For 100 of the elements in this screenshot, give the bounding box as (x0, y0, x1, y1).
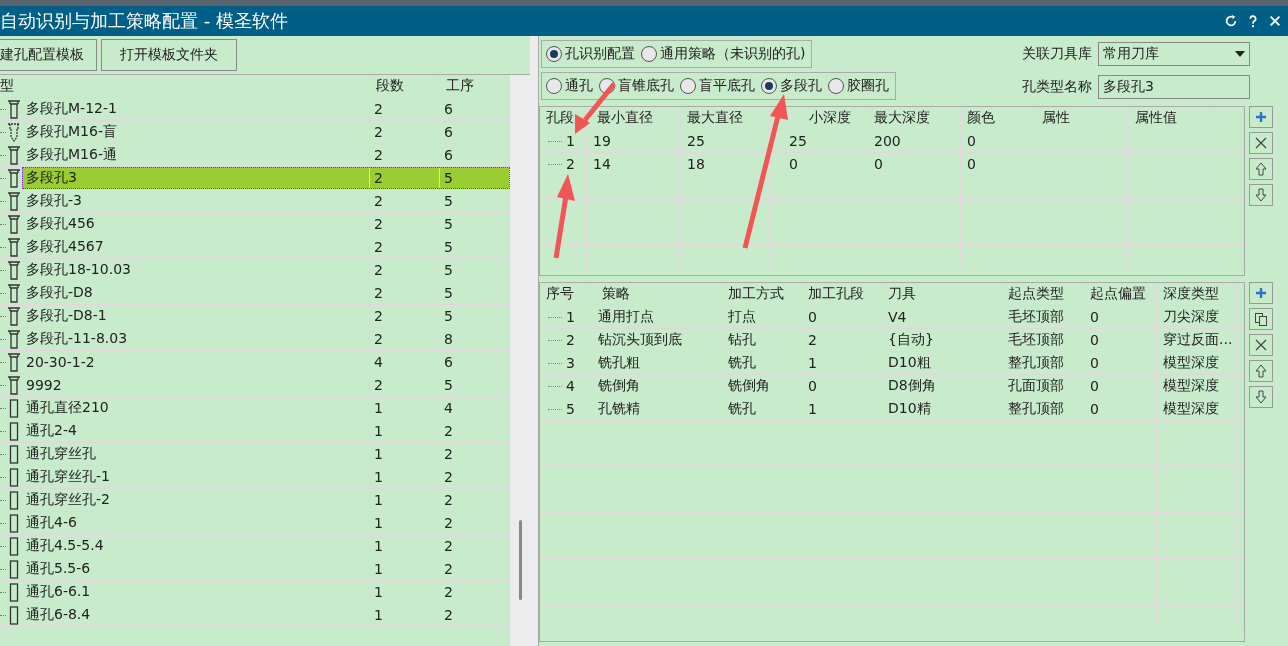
column-header[interactable]: 最大深度 (868, 107, 961, 130)
table-cell: 模型深度 (1157, 352, 1237, 375)
hole-type-name[interactable]: 通孔穿丝孔-1 (26, 468, 110, 486)
hole-type-name[interactable]: 通孔穿丝孔 (26, 445, 96, 463)
column-header[interactable]: 加工孔段 (802, 283, 882, 306)
table-cell: 2 (444, 423, 453, 439)
column-header[interactable]: 属性值 (1129, 107, 1214, 130)
column-header[interactable]: 段数 (370, 75, 440, 97)
table-cell: 0 (961, 130, 1036, 153)
table-cell: 铣孔 (722, 352, 802, 375)
table-cell: D10精 (882, 398, 1002, 421)
hole-type-name[interactable]: 多段孔M16-通 (26, 146, 117, 164)
hole-type-name[interactable]: 9992 (26, 377, 62, 393)
hole-type-name[interactable]: 通孔4.5-5.4 (26, 537, 104, 555)
table-cell: 3 (540, 352, 592, 375)
table-cell: 0 (961, 153, 1036, 176)
hole-type-name[interactable]: 通孔6-8.4 (26, 606, 91, 624)
table-cell: 2 (374, 285, 383, 301)
table-cell: 孔铣精 (592, 398, 722, 421)
column-header[interactable]: 序号 (540, 283, 592, 306)
table-cell: 毛坯顶部 (1002, 329, 1084, 352)
table-cell: 2 (374, 331, 383, 347)
table-cell: 5 (444, 285, 453, 301)
table-cell: 0 (1084, 375, 1157, 398)
table-cell: 4 (444, 400, 453, 416)
column-header[interactable]: 起点偏置 (1084, 283, 1157, 306)
table-cell: 6 (444, 147, 453, 163)
column-header[interactable]: 最小直径 (587, 107, 681, 130)
column-header[interactable]: 策略 (592, 283, 722, 306)
hole-type-name[interactable]: 多段孔4567 (26, 238, 104, 256)
radio-option[interactable]: 盲锥底孔 (599, 77, 674, 95)
table-cell: 模型深度 (1157, 375, 1237, 398)
row-highlight[interactable]: 多段孔3 2 5 (22, 167, 510, 189)
dropdown[interactable]: 常用刀库 (1098, 41, 1250, 66)
table-cell: 2 (374, 377, 383, 393)
table-cell: 2 (444, 607, 453, 623)
hole-type-name[interactable]: 多段孔M-12-1 (26, 100, 117, 118)
hole-type-name[interactable]: 多段孔M16-盲 (26, 123, 117, 141)
table-cell: 1 (540, 306, 592, 329)
input-field[interactable]: 多段孔3 (1098, 74, 1250, 99)
radio-option[interactable]: 通用策略（未识别的孔) (641, 45, 806, 63)
table-cell: 2 (540, 153, 587, 176)
hole-type-name[interactable]: 多段孔3 (26, 169, 77, 187)
hole-type-name[interactable]: 20-30-1-2 (26, 354, 95, 370)
column-header[interactable]: 型 (0, 75, 370, 97)
column-header[interactable]: 深度类型 (1157, 283, 1237, 306)
radio-option[interactable]: 多段孔 (761, 77, 822, 95)
table-cell: 0 (1084, 398, 1157, 421)
table-cell: 穿过反面... (1157, 329, 1237, 352)
radio-option[interactable]: 胶圈孔 (828, 77, 889, 95)
toolbar-button[interactable]: 建孔配置模板 (0, 39, 97, 71)
hole-type-name[interactable]: 多段孔-D8-1 (26, 307, 107, 325)
hole-type-name[interactable]: 通孔穿丝孔-2 (26, 491, 110, 509)
table-cell: 5 (444, 308, 453, 324)
column-header[interactable]: 颜色 (961, 107, 1036, 130)
table-cell: D10粗 (882, 352, 1002, 375)
table-cell: D8倒角 (882, 375, 1002, 398)
table-cell: 2 (374, 262, 383, 278)
table-cell: V4 (882, 306, 1002, 329)
table-cell: 5 (444, 216, 453, 232)
column-header[interactable]: 加工方式 (722, 283, 802, 306)
column-header[interactable]: 刀具 (882, 283, 1002, 306)
table-cell: 200 (868, 130, 961, 153)
hole-type-name[interactable]: 通孔5.5-6 (26, 560, 91, 578)
table-cell: 模型深度 (1157, 398, 1237, 421)
table-cell: 8 (444, 331, 453, 347)
table-cell: 2 (374, 308, 383, 324)
table-cell: 通用打点 (592, 306, 722, 329)
table-cell: 4 (540, 375, 592, 398)
table-cell: 2 (802, 329, 882, 352)
radio-option[interactable]: 孔识别配置 (546, 45, 635, 63)
hole-type-name[interactable]: 通孔直径210 (26, 399, 109, 417)
table-cell: 6 (444, 354, 453, 370)
hole-type-name[interactable]: 多段孔-D8 (26, 284, 93, 302)
table-cell: 整孔顶部 (1002, 352, 1084, 375)
hole-type-name[interactable]: 多段孔18-10.03 (26, 261, 131, 279)
toolbar-button[interactable]: 打开模板文件夹 (101, 39, 237, 71)
radio-option[interactable]: 通孔 (546, 77, 593, 95)
column-header[interactable]: 最大直径 (681, 107, 771, 130)
table-cell: 1 (374, 492, 383, 508)
table-cell: 2 (444, 469, 453, 485)
hole-type-name[interactable]: 多段孔456 (26, 215, 95, 233)
hole-type-name[interactable]: 通孔4-6 (26, 514, 77, 532)
hole-type-name[interactable]: 通孔6-6.1 (26, 583, 91, 601)
table-cell: 2 (444, 538, 453, 554)
table-cell: 5 (444, 193, 453, 209)
column-header[interactable]: 起点类型 (1002, 283, 1084, 306)
radio-option[interactable]: 盲平底孔 (680, 77, 755, 95)
hole-type-name[interactable]: 多段孔-11-8.03 (26, 330, 128, 348)
table-cell: 2 (444, 561, 453, 577)
table-cell: 2 (374, 124, 383, 140)
hole-type-name[interactable]: 通孔2-4 (26, 422, 77, 440)
column-header[interactable]: 属性 (1036, 107, 1129, 130)
hole-type-name[interactable]: 多段孔-3 (26, 192, 82, 210)
table-cell: 2 (444, 492, 453, 508)
table-cell: 5 (444, 239, 453, 255)
table-cell: 1 (374, 538, 383, 554)
table-cell: 铣孔粗 (592, 352, 722, 375)
table-cell: 2 (374, 170, 383, 186)
table-cell: 2 (374, 193, 383, 209)
